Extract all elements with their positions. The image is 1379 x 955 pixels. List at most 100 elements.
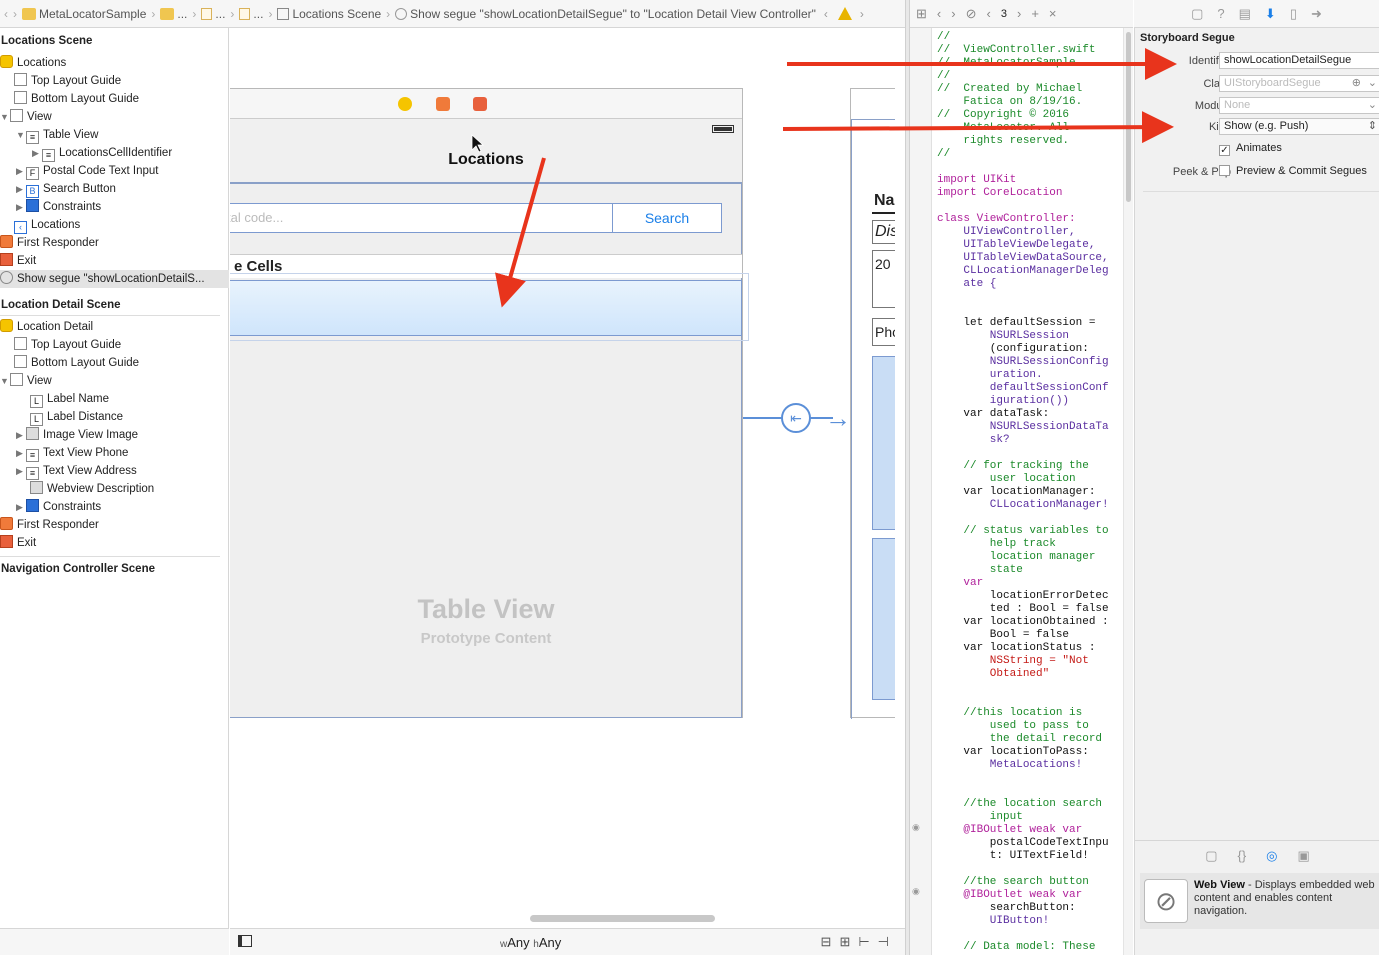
prev-counterpart-icon[interactable]: ‹: [987, 6, 991, 21]
outline-item-selected-segue[interactable]: Show segue "showLocationDetailS...: [0, 270, 229, 288]
library-item-web-view[interactable]: ⊘ Web View - Displays embedded web conte…: [1140, 873, 1379, 929]
size-inspector-icon[interactable]: ▯: [1290, 6, 1297, 22]
outline-item[interactable]: ▶ F Postal Code Text Input: [16, 162, 159, 180]
outline-item[interactable]: ▼ View: [0, 372, 52, 390]
close-icon[interactable]: ×: [1049, 6, 1057, 21]
table-view[interactable]: tal code... Search e Cells Table View Pr…: [230, 183, 742, 718]
outlet-connection-icon[interactable]: ◉: [912, 886, 920, 897]
object-library-icon[interactable]: ◎: [1266, 848, 1277, 864]
breadcrumb-storyboard[interactable]: ...: [253, 7, 263, 21]
outline-item[interactable]: L Label Name: [30, 390, 109, 408]
disclosure-closed-icon[interactable]: ▶: [16, 180, 26, 198]
align-icon[interactable]: ⊢: [858, 934, 877, 949]
text-view-phone[interactable]: Pho: [872, 318, 895, 346]
disclosure-closed-icon[interactable]: ▶: [32, 144, 42, 162]
disclosure-open-icon[interactable]: ▼: [16, 126, 26, 144]
back-icon[interactable]: ‹: [937, 6, 941, 21]
preview-commit-checkbox[interactable]: Preview & Commit Segues: [1219, 165, 1367, 177]
add-editor-icon[interactable]: +: [1031, 6, 1039, 21]
outline-scene-header[interactable]: Location Detail Scene: [1, 296, 121, 314]
pin-icon[interactable]: ⊣: [878, 934, 897, 949]
attributes-inspector-icon[interactable]: ⬇: [1265, 6, 1276, 22]
outline-item[interactable]: Exit: [0, 534, 36, 552]
storyboard-canvas[interactable]: Locations tal code... Search e Cells Tab…: [230, 28, 895, 930]
identifier-field[interactable]: showLocationDetailSegue: [1219, 52, 1379, 69]
outline-item[interactable]: ▶ ≡ Text View Phone: [16, 444, 128, 462]
disclosure-closed-icon[interactable]: ▶: [16, 444, 26, 462]
outline-item[interactable]: ▼ ≡ Table View: [16, 126, 98, 144]
identity-inspector-icon[interactable]: ▤: [1239, 6, 1251, 22]
outline-item[interactable]: ▶ ≡ LocationsCellIdentifier: [32, 144, 172, 162]
location-detail-scene[interactable]: Na Dis 20 Pho: [850, 88, 895, 719]
text-view-address[interactable]: [872, 356, 895, 530]
outline-item[interactable]: Top Layout Guide: [14, 336, 121, 354]
outline-item[interactable]: ▶ Image View Image: [16, 426, 138, 444]
outline-item[interactable]: Top Layout Guide: [14, 72, 121, 90]
outline-item[interactable]: ▶ B Search Button: [16, 180, 116, 198]
postal-code-text-input[interactable]: tal code...: [230, 203, 613, 233]
line-gutter[interactable]: ◉ ◉: [910, 28, 932, 955]
navigation-bar[interactable]: Locations: [230, 137, 742, 183]
connections-inspector-icon[interactable]: ➜: [1311, 6, 1322, 22]
arrow-circle-icon[interactable]: ⊕: [1352, 76, 1361, 91]
module-field[interactable]: None ⌄: [1219, 97, 1379, 114]
file-inspector-icon[interactable]: ▢: [1191, 6, 1203, 22]
related-icon[interactable]: ⊘: [966, 6, 977, 22]
back-nav-icon[interactable]: ‹: [4, 7, 8, 21]
label-distance[interactable]: Dis: [872, 220, 895, 244]
search-button[interactable]: Search: [612, 203, 722, 233]
assistant-code-editor[interactable]: ◉ ◉ //// ViewController.swift// MetaLoca…: [910, 28, 1133, 955]
disclosure-closed-icon[interactable]: ▶: [16, 426, 26, 444]
editor-scrollbar[interactable]: [1123, 28, 1133, 955]
update-frames-icon[interactable]: ⊟: [821, 934, 840, 949]
label-name[interactable]: Na: [872, 190, 895, 214]
webview-description[interactable]: [872, 538, 895, 700]
outline-scene-header[interactable]: Locations Scene: [1, 32, 92, 50]
kind-popup[interactable]: Show (e.g. Push) ⇕: [1219, 118, 1379, 135]
first-responder-icon[interactable]: [436, 97, 450, 111]
disclosure-closed-icon[interactable]: ▶: [16, 162, 26, 180]
outline-item[interactable]: First Responder: [0, 516, 99, 534]
outline-item[interactable]: First Responder: [0, 234, 99, 252]
disclosure-open-icon[interactable]: ▼: [0, 108, 10, 126]
outline-item[interactable]: Locations: [0, 54, 66, 72]
forward-nav-icon[interactable]: ›: [13, 7, 17, 21]
code-text[interactable]: //// ViewController.swift// MetaLocatorS…: [937, 31, 1122, 954]
canvas-horizontal-scrollbar[interactable]: [530, 915, 715, 922]
exit-icon[interactable]: [473, 97, 487, 111]
outline-item[interactable]: Bottom Layout Guide: [14, 90, 139, 108]
disclosure-open-icon[interactable]: ▼: [0, 372, 10, 390]
warning-icon[interactable]: [837, 7, 852, 20]
disclosure-closed-icon[interactable]: ▶: [16, 462, 26, 480]
locations-scene[interactable]: Locations tal code... Search e Cells Tab…: [230, 88, 743, 718]
chevron-down-icon[interactable]: ⌄: [1368, 98, 1377, 113]
breadcrumb-folder[interactable]: ...: [177, 7, 187, 21]
outline-item[interactable]: ▶ ≡ Text View Address: [16, 462, 137, 480]
outline-item[interactable]: Exit: [0, 252, 36, 270]
outline-item[interactable]: ▶ Constraints: [16, 198, 101, 216]
breadcrumb-project[interactable]: MetaLocatorSample: [39, 7, 146, 21]
code-snippet-library-icon[interactable]: {}: [1237, 848, 1246, 863]
breadcrumb-scene[interactable]: Locations Scene: [292, 7, 381, 21]
outline-item[interactable]: Webview Description: [30, 480, 154, 498]
image-view-image[interactable]: 20: [872, 250, 895, 308]
stack-icon[interactable]: ⊞: [839, 934, 858, 949]
segue-icon[interactable]: ⇤: [781, 403, 811, 433]
animates-checkbox[interactable]: ✓ Animates: [1219, 142, 1282, 156]
breadcrumb-file[interactable]: ...: [215, 7, 225, 21]
breadcrumb-segue[interactable]: Show segue "showLocationDetailSegue" to …: [410, 7, 816, 21]
forward-issue-icon[interactable]: ›: [860, 7, 864, 21]
outline-toggle-icon[interactable]: [238, 935, 252, 947]
forward-icon[interactable]: ›: [951, 6, 955, 21]
outline-item[interactable]: ▼ View: [0, 108, 52, 126]
outline-scene-header[interactable]: Navigation Controller Scene: [1, 560, 155, 578]
file-template-library-icon[interactable]: ▢: [1205, 848, 1217, 864]
outline-item[interactable]: Bottom Layout Guide: [14, 354, 139, 372]
outline-item[interactable]: Location Detail: [0, 318, 93, 336]
size-class-selector[interactable]: wAny hAny: [500, 935, 561, 950]
outline-item[interactable]: L Label Distance: [30, 408, 123, 426]
help-icon[interactable]: ?: [1217, 6, 1224, 21]
disclosure-closed-icon[interactable]: ▶: [16, 498, 26, 516]
grid-icon[interactable]: ⊞: [916, 6, 927, 22]
chevron-down-icon[interactable]: ⌄: [1368, 76, 1377, 91]
